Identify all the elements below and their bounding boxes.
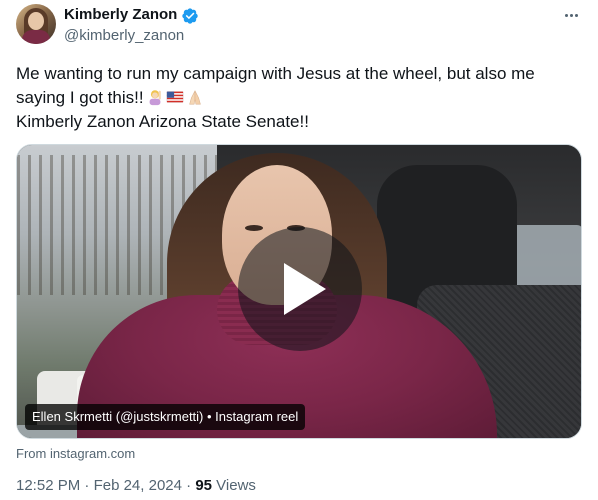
avatar-face [28, 12, 44, 30]
tweet-text: Me wanting to run my campaign with Jesus… [16, 62, 582, 134]
more-dot [574, 13, 578, 17]
tweet-date[interactable]: Feb 24, 2024 [94, 477, 182, 494]
meta-separator: · [84, 477, 90, 494]
media-caption[interactable]: Ellen Skrmetti (@justskrmetti) • Instagr… [25, 404, 306, 430]
play-icon [284, 263, 326, 315]
more-options-icon[interactable] [560, 4, 582, 26]
play-button[interactable] [238, 227, 362, 351]
more-dot [564, 13, 568, 17]
video-media[interactable]: Ellen Skrmetti (@justskrmetti) • Instagr… [16, 144, 582, 439]
folded-hands-emoji-icon [188, 90, 201, 105]
tweet-text-line-3: Kimberly Zanon Arizona State Senate!! [16, 112, 309, 131]
tweet-card: Kimberly Zanon @kimberly_zanon Me wantin… [0, 0, 598, 500]
woman-raising-hand-emoji-icon [149, 90, 161, 106]
meta-separator: · [186, 477, 192, 494]
author-handle[interactable]: @kimberly_zanon [64, 27, 184, 44]
tweet-text-line-2: saying I got this!! [16, 86, 582, 110]
verified-badge-icon [182, 8, 198, 24]
us-flag-emoji-icon [166, 91, 183, 103]
avatar[interactable] [16, 4, 56, 44]
tweet-text-line-2-text: saying I got this!! [16, 88, 144, 107]
avatar-body [22, 30, 50, 44]
views-count: 95 [195, 477, 212, 494]
more-dot [569, 13, 573, 17]
author-name[interactable]: Kimberly Zanon [64, 6, 177, 23]
tweet-text-line-1: Me wanting to run my campaign with Jesus… [16, 64, 535, 83]
tweet-meta: 12:52 PM · Feb 24, 2024 · 95 Views [16, 477, 256, 494]
source-link[interactable]: From instagram.com [16, 446, 135, 461]
tweet-time[interactable]: 12:52 PM [16, 477, 80, 494]
video-person-eye [245, 225, 263, 231]
views-label: Views [216, 477, 256, 494]
